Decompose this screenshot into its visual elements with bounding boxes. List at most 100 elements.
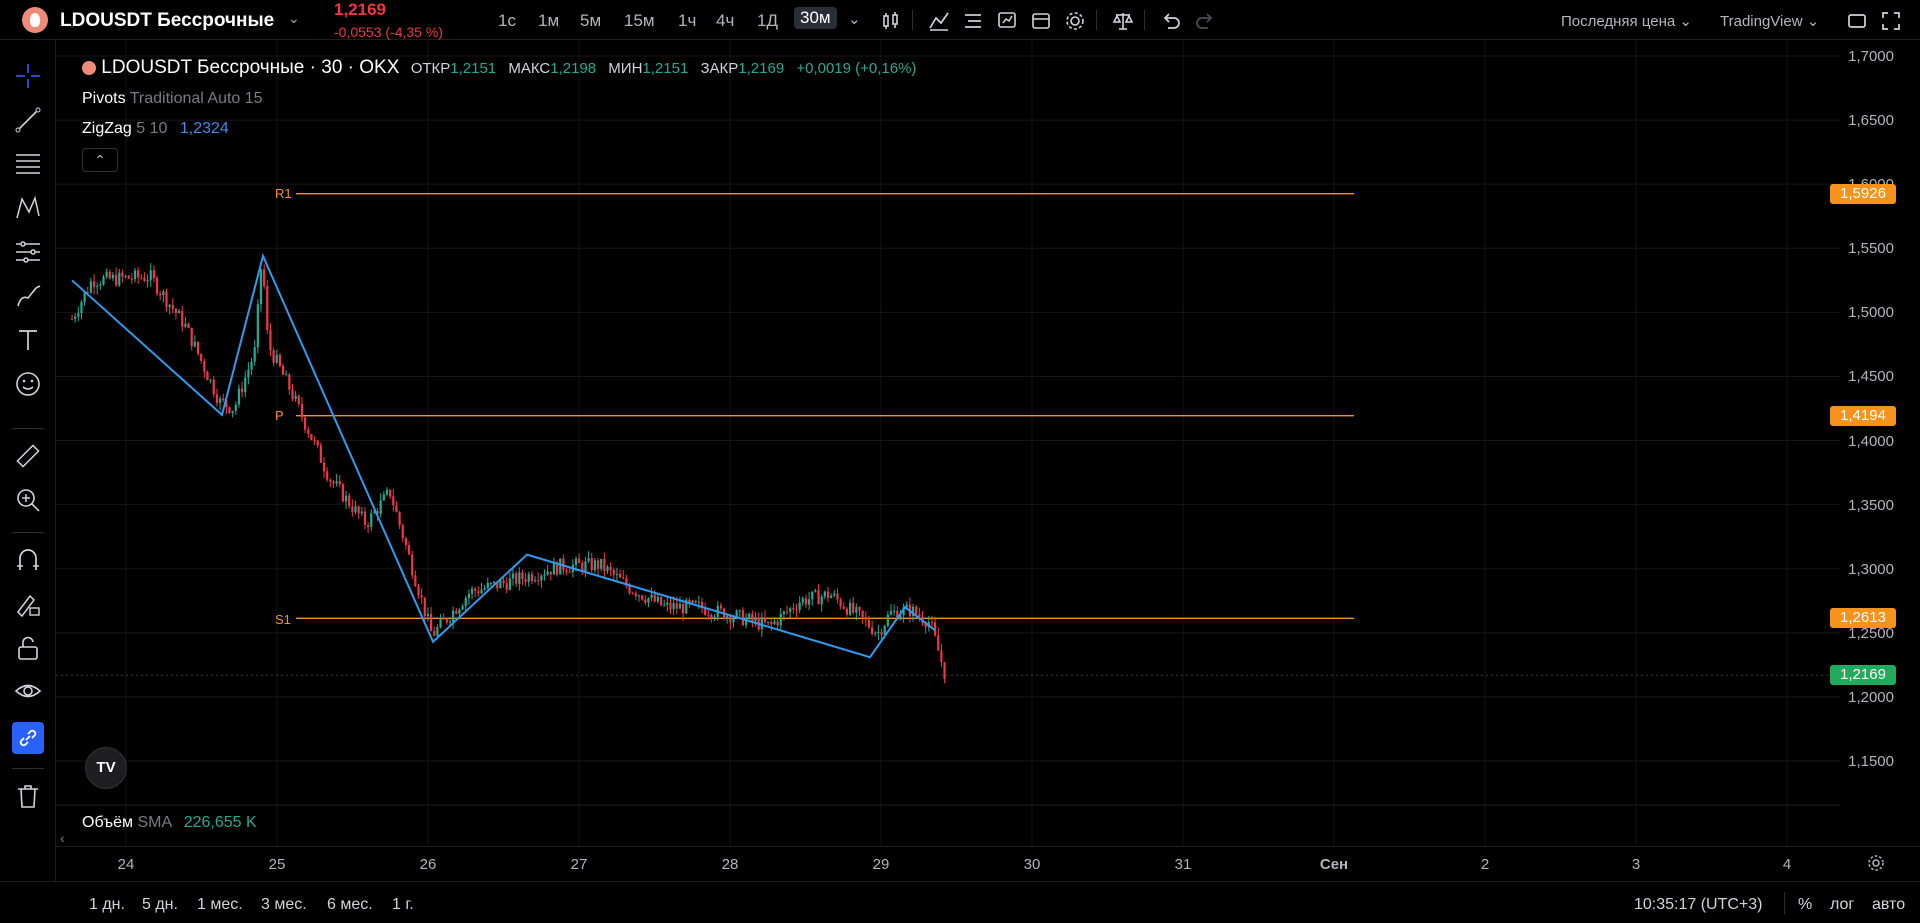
- percent-scale-toggle[interactable]: %: [1798, 896, 1812, 914]
- interval-dropdown-icon[interactable]: ⌄: [848, 10, 861, 28]
- layout-icon[interactable]: [1846, 10, 1868, 32]
- candle-down: [115, 274, 118, 286]
- interval-15m[interactable]: 15м: [624, 11, 655, 31]
- patterns-icon[interactable]: [14, 194, 42, 222]
- close-label: ЗАКР: [700, 60, 739, 77]
- chevron-down-icon[interactable]: ⌄: [288, 10, 300, 27]
- alert-icon[interactable]: [996, 10, 1018, 32]
- price-tick-label: 1,7000: [1848, 48, 1894, 65]
- candle-down: [622, 577, 625, 579]
- interval-4h[interactable]: 4ч: [716, 11, 734, 31]
- volume-legend[interactable]: Объём SMA 226,655 K: [82, 814, 257, 832]
- candle-down: [845, 608, 848, 615]
- interval-30m[interactable]: 30м: [794, 7, 837, 29]
- indicators-icon[interactable]: [928, 10, 950, 32]
- auto-scale-toggle[interactable]: авто: [1872, 896, 1905, 914]
- symbol-logo-icon[interactable]: [22, 7, 48, 33]
- candle-up: [606, 566, 609, 572]
- candle-down: [392, 496, 395, 506]
- candle-down: [641, 595, 644, 600]
- last-price-badge: 1,2169: [1830, 665, 1896, 686]
- interval-1s[interactable]: 1с: [498, 11, 516, 31]
- candle-down: [880, 631, 883, 635]
- fib-retracement-icon[interactable]: [14, 150, 42, 178]
- price-axis[interactable]: 1,70001,65001,60001,55001,50001,45001,40…: [1840, 40, 1920, 846]
- candle-up: [893, 610, 896, 612]
- symbol-name[interactable]: LDOUSDT Бессрочные: [60, 10, 274, 32]
- candle-down: [304, 417, 307, 430]
- compare-scale-icon[interactable]: [1112, 10, 1134, 32]
- candle-up: [533, 580, 537, 582]
- zigzag-legend[interactable]: ZigZag 5 10 1,2324: [82, 120, 229, 138]
- emoji-icon[interactable]: [14, 370, 42, 398]
- unlock-icon[interactable]: [14, 634, 42, 662]
- range-5d[interactable]: 5 дн.: [142, 896, 178, 914]
- range-1d[interactable]: 1 дн.: [89, 896, 125, 914]
- collapse-legend-button[interactable]: ⌃: [82, 148, 118, 172]
- candle-down: [70, 318, 74, 320]
- time-axis[interactable]: 24 25 26 27 28 29 30 31 Сен 2 3 4: [56, 846, 1920, 880]
- templates-icon[interactable]: [962, 10, 984, 32]
- eye-icon[interactable]: [14, 678, 42, 706]
- trash-icon[interactable]: [14, 782, 42, 810]
- text-icon[interactable]: [14, 326, 42, 354]
- candle-down: [537, 580, 540, 582]
- interval-5m[interactable]: 5м: [580, 11, 601, 31]
- legend-title: LDOUSDT Бессрочные · 30 · OKX: [101, 57, 400, 78]
- redo-icon[interactable]: [1194, 10, 1216, 32]
- bottom-toolbar: 1 дн. 5 дн. 1 мес. 3 мес. 6 мес. 1 г. 10…: [0, 881, 1920, 923]
- candle-up: [511, 573, 515, 579]
- interval-1m[interactable]: 1м: [538, 11, 559, 31]
- axis-settings-icon[interactable]: [1866, 853, 1886, 873]
- candle-down: [943, 662, 946, 679]
- pivots-legend[interactable]: Pivots Traditional Auto 15: [82, 90, 263, 108]
- brush-icon[interactable]: [14, 282, 42, 310]
- candle-down: [792, 608, 795, 610]
- crosshair-icon[interactable]: [14, 62, 42, 90]
- candle-down: [864, 617, 867, 620]
- toolbar-divider: [12, 768, 44, 769]
- forecast-icon[interactable]: [14, 238, 42, 266]
- candle-down: [165, 291, 168, 308]
- candle-up: [102, 276, 105, 285]
- price-tick-label: 1,6500: [1848, 112, 1894, 130]
- candle-down: [351, 506, 354, 513]
- candle-down: [596, 560, 600, 569]
- magnet-icon[interactable]: [14, 546, 42, 574]
- candle-up: [178, 310, 181, 314]
- zoom-in-icon[interactable]: [14, 486, 42, 514]
- symbol-legend[interactable]: LDOUSDT Бессрочные · 30 · OKX ОТКР1,2151…: [82, 57, 924, 79]
- candle-down: [341, 484, 344, 502]
- log-scale-toggle[interactable]: лог: [1830, 896, 1854, 914]
- range-6m[interactable]: 6 мес.: [327, 896, 373, 914]
- ruler-icon[interactable]: [14, 442, 42, 470]
- time-tick-label: 4: [1782, 856, 1792, 873]
- candle-up: [874, 632, 877, 634]
- sync-drawings-button[interactable]: [12, 722, 44, 754]
- candles-icon[interactable]: [880, 10, 902, 32]
- range-1m[interactable]: 1 мес.: [197, 896, 243, 914]
- lock-drawing-icon[interactable]: [14, 590, 42, 618]
- settings-icon[interactable]: [1064, 10, 1086, 32]
- candle-up: [489, 582, 493, 584]
- price-chart[interactable]: [56, 40, 1840, 846]
- candle-up: [748, 613, 751, 619]
- clock[interactable]: 10:35:17 (UTC+3): [1634, 896, 1763, 914]
- price-source-select[interactable]: Последняя цена ⌄: [1561, 12, 1692, 30]
- candle-up: [379, 500, 382, 514]
- interval-1h[interactable]: 1ч: [678, 11, 696, 31]
- range-3m[interactable]: 3 мес.: [261, 896, 307, 914]
- candle-down: [404, 538, 407, 546]
- trend-line-icon[interactable]: [14, 106, 42, 134]
- fullscreen-icon[interactable]: [1880, 10, 1902, 32]
- candle-down: [121, 272, 124, 277]
- replay-icon[interactable]: [1030, 10, 1052, 32]
- time-tick-label: 25: [268, 856, 286, 873]
- undo-icon[interactable]: [1160, 10, 1182, 32]
- time-tick-label: 27: [570, 856, 588, 873]
- interval-1d[interactable]: 1Д: [757, 11, 778, 31]
- candle-up: [886, 614, 889, 626]
- brand-menu[interactable]: TradingView ⌄: [1720, 12, 1819, 30]
- tradingview-logo-icon[interactable]: TV: [85, 747, 127, 789]
- range-1y[interactable]: 1 г.: [392, 896, 414, 914]
